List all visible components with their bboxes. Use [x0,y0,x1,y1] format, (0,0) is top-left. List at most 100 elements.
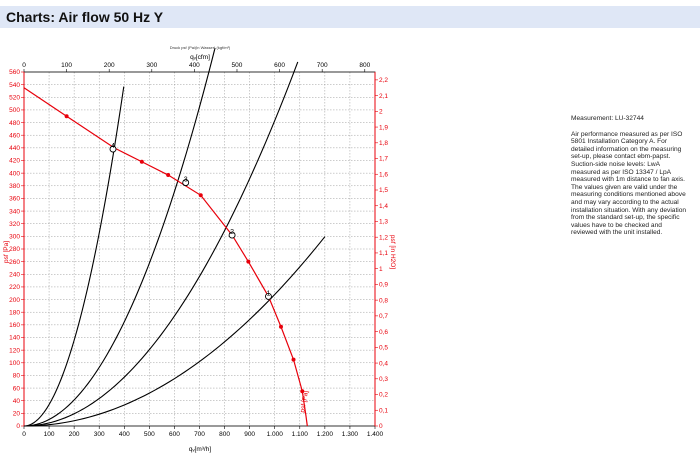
y2-tick-label: 1,7 [379,156,388,163]
x2-tick-label: 800 [359,62,370,69]
y-tick-label: 160 [9,322,20,329]
x-tick-label: 1.100 [292,431,309,438]
fan-curve-marker [166,173,171,178]
x2-tick-label: 400 [189,62,200,69]
y-tick-label: 480 [9,120,20,127]
fan-curve-marker [198,193,203,198]
x-tick-label: 200 [69,431,80,438]
y-tick-label: 380 [9,183,20,190]
y-tick-label: 300 [9,234,20,241]
y2-tick-label: 1,2 [379,234,388,241]
chart-grid [24,72,375,426]
y2-tick-label: 0,3 [379,376,388,383]
y2-tick-label: 0,8 [379,297,388,304]
y-axis-label: psf [Pa] [3,241,10,263]
y2-tick-label: 0 [379,423,383,430]
x2-tick-label: 0 [22,62,26,69]
y-tick-label: 400 [9,170,20,177]
y2-tick-label: 0,6 [379,329,388,336]
x2-tick-label: 200 [104,62,115,69]
operating-point-label: 1 [266,290,270,297]
x2-tick-label: 300 [146,62,157,69]
y-tick-label: 260 [9,259,20,266]
y-tick-label: 500 [9,107,20,114]
chart-axes: 0 100 200 300 400 500 600 700 800 900 1.000 1.100 1.… [9,62,388,438]
y2-tick-label: 1,9 [379,124,388,131]
y-tick-label: 460 [9,132,20,139]
x2-tick-label: 600 [274,62,285,69]
x2-tick-label: 700 [317,62,328,69]
operating-point-label: 4 [111,143,115,150]
top-caption: Druck psf (Pa/(in Wasser) (kgf/m²) [170,45,231,50]
x2-tick-label: 100 [61,62,72,69]
x-tick-label: 400 [119,431,130,438]
y-tick-label: 100 [9,360,20,367]
notes-text: Air performance measured as per ISO 5801… [571,130,687,237]
y-tick-label: 80 [13,373,21,380]
y-tick-label: 180 [9,309,20,316]
x-tick-label: 1.000 [267,431,284,438]
x-tick-label: 800 [219,431,230,438]
page-title: Charts: Air flow 50 Hz Y [6,9,164,25]
y2-tick-label: 2,2 [379,77,388,84]
x-tick-label: 0 [22,431,26,438]
operating-point-label: 3 [184,177,188,184]
x2-axis-label: qᵥ[cfm] [190,54,210,61]
y-tick-label: 200 [9,297,20,304]
y2-tick-label: 1,1 [379,250,388,257]
fan-curve-marker [291,357,296,362]
measurement-id: Measurement: LU-32744 [571,115,644,122]
y2-tick-label: 1,4 [379,203,388,210]
x-tick-label: 500 [144,431,155,438]
y-tick-label: 440 [9,145,20,152]
y-tick-label: 0 [16,423,20,430]
y2-tick-label: 0,5 [379,345,388,352]
x-tick-label: 300 [94,431,105,438]
x-tick-label: 700 [194,431,205,438]
title-bar: Charts: Air flow 50 Hz Y [0,6,700,28]
y2-tick-label: 2 [379,109,383,116]
y2-tick-label: 1,8 [379,140,388,147]
y2-axis-label: psf [in H2O] [389,235,396,270]
y-tick-label: 220 [9,284,20,291]
x-tick-label: 1.300 [342,431,359,438]
y2-tick-label: 2,1 [379,93,388,100]
y-tick-label: 60 [13,385,21,392]
y-tick-label: 20 [13,411,21,418]
operating-point-label: 2 [230,229,234,236]
y-tick-label: 320 [9,221,20,228]
y2-tick-label: 1,5 [379,187,388,194]
y-tick-label: 280 [9,246,20,253]
y-tick-label: 340 [9,208,20,215]
y-tick-label: 520 [9,94,20,101]
fan-curve-marker [278,324,283,329]
y2-tick-label: 0,7 [379,313,388,320]
y-tick-label: 540 [9,82,20,89]
y2-tick-label: 0,4 [379,360,388,367]
x-tick-label: 100 [44,431,55,438]
x2-tick-label: 500 [232,62,243,69]
y2-tick-label: 0,9 [379,282,388,289]
system-curve-1 [23,86,125,427]
y2-tick-label: 1,6 [379,171,388,178]
y-tick-label: 420 [9,158,20,165]
y2-tick-label: 1,3 [379,219,388,226]
y2-tick-label: 0,1 [379,407,388,414]
x-tick-label: 1.400 [367,431,384,438]
system-curve-2 [23,47,216,427]
fan-curve-marker [246,259,251,264]
y-tick-label: 560 [9,69,20,76]
operating-points: 1 2 3 4 [109,143,272,300]
x-axis-label: qᵥ[m³/h] [189,446,212,453]
y-tick-label: 40 [13,398,21,405]
air-flow-chart: 0 100 200 300 400 500 600 700 800 900 1.000 1.100 1.… [3,45,396,453]
fan-curve-marker [64,114,69,119]
y-tick-label: 240 [9,271,20,278]
y-tick-label: 120 [9,347,20,354]
y2-tick-label: 0,2 [379,392,388,399]
fan-curve-marker [139,159,144,164]
x-tick-label: 900 [244,431,255,438]
y2-tick-label: 1 [379,266,383,273]
x-tick-label: 600 [169,431,180,438]
measurement-notes: Measurement: LU-32744 Air performance me… [571,115,689,237]
